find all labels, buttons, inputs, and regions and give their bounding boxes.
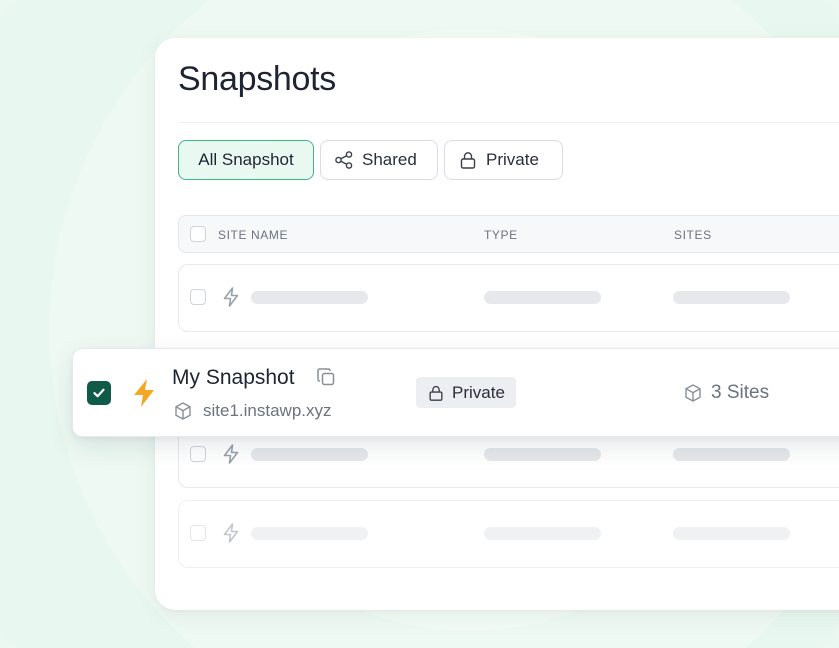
row-checkbox[interactable] [190,525,206,541]
sites-count: 3 Sites [711,382,770,403]
column-header-site-name: SITE NAME [218,228,289,242]
placeholder-bar [251,291,368,304]
bolt-icon [223,523,239,543]
tab-label: Private [486,150,539,169]
tab-private[interactable]: Private [444,140,563,180]
column-header-sites: SITES [674,228,712,242]
bolt-icon [223,444,239,464]
checkmark-icon [93,388,105,398]
column-header-type: TYPE [484,228,518,242]
row-checkbox[interactable] [190,289,206,305]
placeholder-bar [673,291,790,304]
placeholder-bar [673,527,790,540]
placeholder-bar [251,448,368,461]
placeholder-bar [484,527,601,540]
cube-icon [175,402,191,420]
placeholder-bar [484,448,601,461]
row-checkbox-checked[interactable] [87,381,111,405]
select-all-checkbox[interactable] [190,226,206,242]
cube-icon [685,384,701,402]
bolt-icon [134,379,154,407]
bolt-icon [223,287,239,307]
placeholder-bar [251,527,368,540]
tab-shared[interactable]: Shared [320,140,438,180]
type-label: Private [452,382,505,402]
tab-all-snapshot[interactable]: All Snapshot [178,140,314,180]
placeholder-bar [673,448,790,461]
tab-label: Shared [362,150,417,169]
copy-icon[interactable] [316,367,337,388]
lock-icon [429,385,443,401]
snapshot-name: My Snapshot [172,366,295,389]
row-checkbox[interactable] [190,446,206,462]
placeholder-bar [484,291,601,304]
type-badge: Private [416,377,516,408]
divider [178,122,839,123]
share-icon [335,151,353,169]
site-url[interactable]: site1.instawp.xyz [203,401,332,421]
tab-label: All Snapshot [198,150,294,169]
lock-icon [460,152,476,169]
page-title: Snapshots [178,60,336,98]
